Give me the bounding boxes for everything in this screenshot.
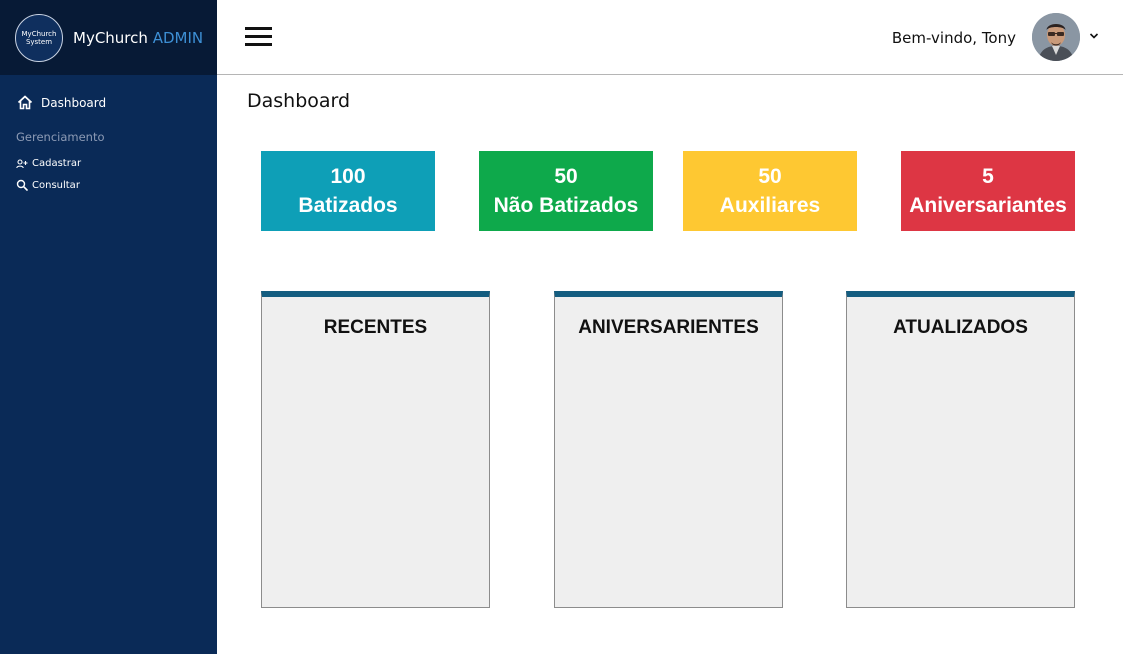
brand-title: MyChurch	[73, 28, 148, 47]
hamburger-menu-icon[interactable]	[245, 27, 272, 47]
stat-value: 5	[982, 165, 994, 188]
chevron-down-icon[interactable]	[1089, 32, 1099, 40]
brand-admin-label: ADMIN	[152, 28, 204, 47]
brand-header: MyChurch System MyChurch ADMIN	[0, 0, 217, 75]
stat-card-auxiliares[interactable]: 50 Auxiliares	[683, 151, 857, 231]
brand-name: MyChurch ADMIN	[73, 29, 203, 47]
stat-card-batizados[interactable]: 100 Batizados	[261, 151, 435, 231]
search-icon	[16, 179, 28, 191]
logo-line-2: System	[25, 37, 53, 46]
stat-label: Batizados	[298, 194, 398, 217]
stat-value: 50	[758, 165, 782, 188]
user-plus-icon	[16, 158, 28, 168]
sidebar-item-label: Cadastrar	[32, 158, 82, 169]
panel-title: RECENTES	[323, 317, 428, 338]
stat-card-nao-batizados[interactable]: 50 Não Batizados	[479, 151, 653, 231]
page-title: Dashboard	[247, 90, 351, 112]
stat-card-aniversariantes[interactable]: 5 Aniversariantes	[901, 151, 1075, 231]
panel-title: ATUALIZADOS	[893, 317, 1028, 338]
section-title-gerenciamento: Gerenciamento	[16, 130, 105, 144]
panel-title: ANIVERSARIENTES	[578, 317, 759, 338]
stat-label: Não Batizados	[493, 194, 639, 217]
panel-recentes: RECENTES	[261, 291, 490, 608]
welcome-text: Bem-vindo, Tony	[891, 29, 1016, 47]
sidebar-item-consultar[interactable]: Consultar	[16, 179, 80, 191]
stat-label: Aniversariantes	[909, 194, 1067, 217]
top-bar: Bem-vindo, Tony	[217, 0, 1123, 75]
church-logo[interactable]: MyChurch System	[15, 13, 63, 62]
stat-label: Auxiliares	[719, 194, 821, 217]
sidebar-item-label: Consultar	[32, 179, 80, 191]
sidebar: MyChurch System MyChurch ADMIN Dashboard…	[0, 0, 217, 654]
stat-value: 50	[554, 165, 578, 188]
logo-line-1: MyChurch	[21, 29, 57, 38]
avatar-image	[1032, 13, 1080, 61]
sidebar-item-cadastrar[interactable]: Cadastrar	[16, 158, 81, 169]
sidebar-item-label: Dashboard	[41, 95, 107, 110]
stat-value: 100	[330, 165, 366, 188]
panel-aniversarientes: ANIVERSARIENTES	[554, 291, 783, 608]
panel-atualizados: ATUALIZADOS	[846, 291, 1075, 608]
user-avatar[interactable]	[1032, 13, 1080, 61]
sidebar-item-dashboard[interactable]: Dashboard	[17, 95, 106, 110]
home-icon	[17, 95, 33, 110]
